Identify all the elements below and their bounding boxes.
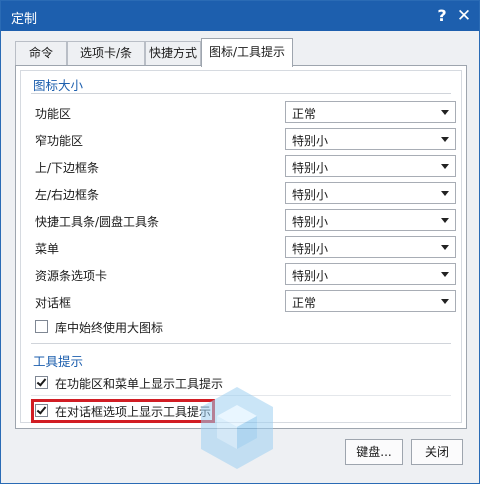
icon-size-section-title: 图标大小: [33, 78, 84, 93]
chevron-down-icon: [441, 272, 449, 277]
quick-toolbar-size-value: 特别小: [292, 215, 329, 229]
customize-dialog: 定制 ? ✕ 命令 选项卡/条 快捷方式 图标/工具提示 图标大小 功能区 正常…: [0, 0, 480, 484]
ribbon-size-select[interactable]: 正常: [285, 101, 456, 123]
annotation-highlight-box: [31, 399, 215, 423]
tooltips-section-title: 工具提示: [33, 354, 84, 369]
chevron-down-icon: [441, 164, 449, 169]
dialog-size-select[interactable]: 正常: [285, 290, 456, 312]
quick-toolbar-size-select[interactable]: 特别小: [285, 209, 456, 231]
ribbon-menu-tooltips-box[interactable]: [35, 376, 48, 389]
close-window-button[interactable]: ✕: [453, 5, 475, 27]
panel-frame: 图标大小 功能区 正常 窄功能区 特别小 上/下边框条 特别小 左/右边框条 特…: [20, 70, 462, 423]
title-bar[interactable]: 定制 ? ✕: [1, 1, 479, 31]
chevron-down-icon: [441, 299, 449, 304]
tab-panel: 图标大小 功能区 正常 窄功能区 特别小 上/下边框条 特别小 左/右边框条 特…: [15, 65, 467, 429]
left-right-border-label: 左/右边框条: [35, 188, 100, 202]
always-large-icons-label: 库中始终使用大图标: [55, 321, 164, 335]
help-button[interactable]: ?: [431, 5, 453, 27]
top-bottom-border-size-select[interactable]: 特别小: [285, 155, 456, 177]
section-divider: [31, 343, 451, 344]
close-button[interactable]: 关闭: [411, 439, 463, 465]
chevron-down-icon: [441, 110, 449, 115]
quick-toolbar-label: 快捷工具条/圆盘工具条: [35, 215, 160, 229]
keyboard-button[interactable]: 键盘...: [345, 439, 403, 465]
top-bottom-border-size-value: 特别小: [292, 161, 329, 175]
menu-label: 菜单: [35, 242, 60, 256]
ribbon-label: 功能区: [35, 107, 72, 121]
window-title: 定制: [11, 12, 38, 27]
dialog-label: 对话框: [35, 296, 72, 310]
tab-shortcuts[interactable]: 快捷方式: [145, 41, 201, 66]
cube-logo-watermark: [201, 387, 273, 469]
tab-tabs-bars[interactable]: 选项卡/条: [67, 41, 145, 66]
narrow-ribbon-label: 窄功能区: [35, 134, 84, 148]
narrow-ribbon-size-value: 特别小: [292, 134, 329, 148]
menu-size-value: 特别小: [292, 242, 329, 256]
chevron-down-icon: [441, 218, 449, 223]
chevron-down-icon: [441, 137, 449, 142]
left-right-border-size-select[interactable]: 特别小: [285, 182, 456, 204]
tab-icons-tooltips[interactable]: 图标/工具提示: [201, 38, 293, 67]
checkmark-icon: [36, 376, 47, 387]
chevron-down-icon: [441, 191, 449, 196]
tab-commands[interactable]: 命令: [15, 41, 67, 66]
dialog-size-value: 正常: [292, 296, 317, 310]
always-large-icons-box[interactable]: [35, 320, 48, 333]
chevron-down-icon: [441, 245, 449, 250]
menu-size-select[interactable]: 特别小: [285, 236, 456, 258]
narrow-ribbon-size-select[interactable]: 特别小: [285, 128, 456, 150]
top-bottom-border-label: 上/下边框条: [35, 161, 100, 175]
ribbon-size-value: 正常: [292, 107, 317, 121]
left-right-border-size-value: 特别小: [292, 188, 329, 202]
resource-bar-tab-label: 资源条选项卡: [35, 269, 108, 283]
icon-size-divider: [31, 93, 451, 94]
resource-bar-tab-size-value: 特别小: [292, 269, 329, 283]
resource-bar-tab-size-select[interactable]: 特别小: [285, 263, 456, 285]
